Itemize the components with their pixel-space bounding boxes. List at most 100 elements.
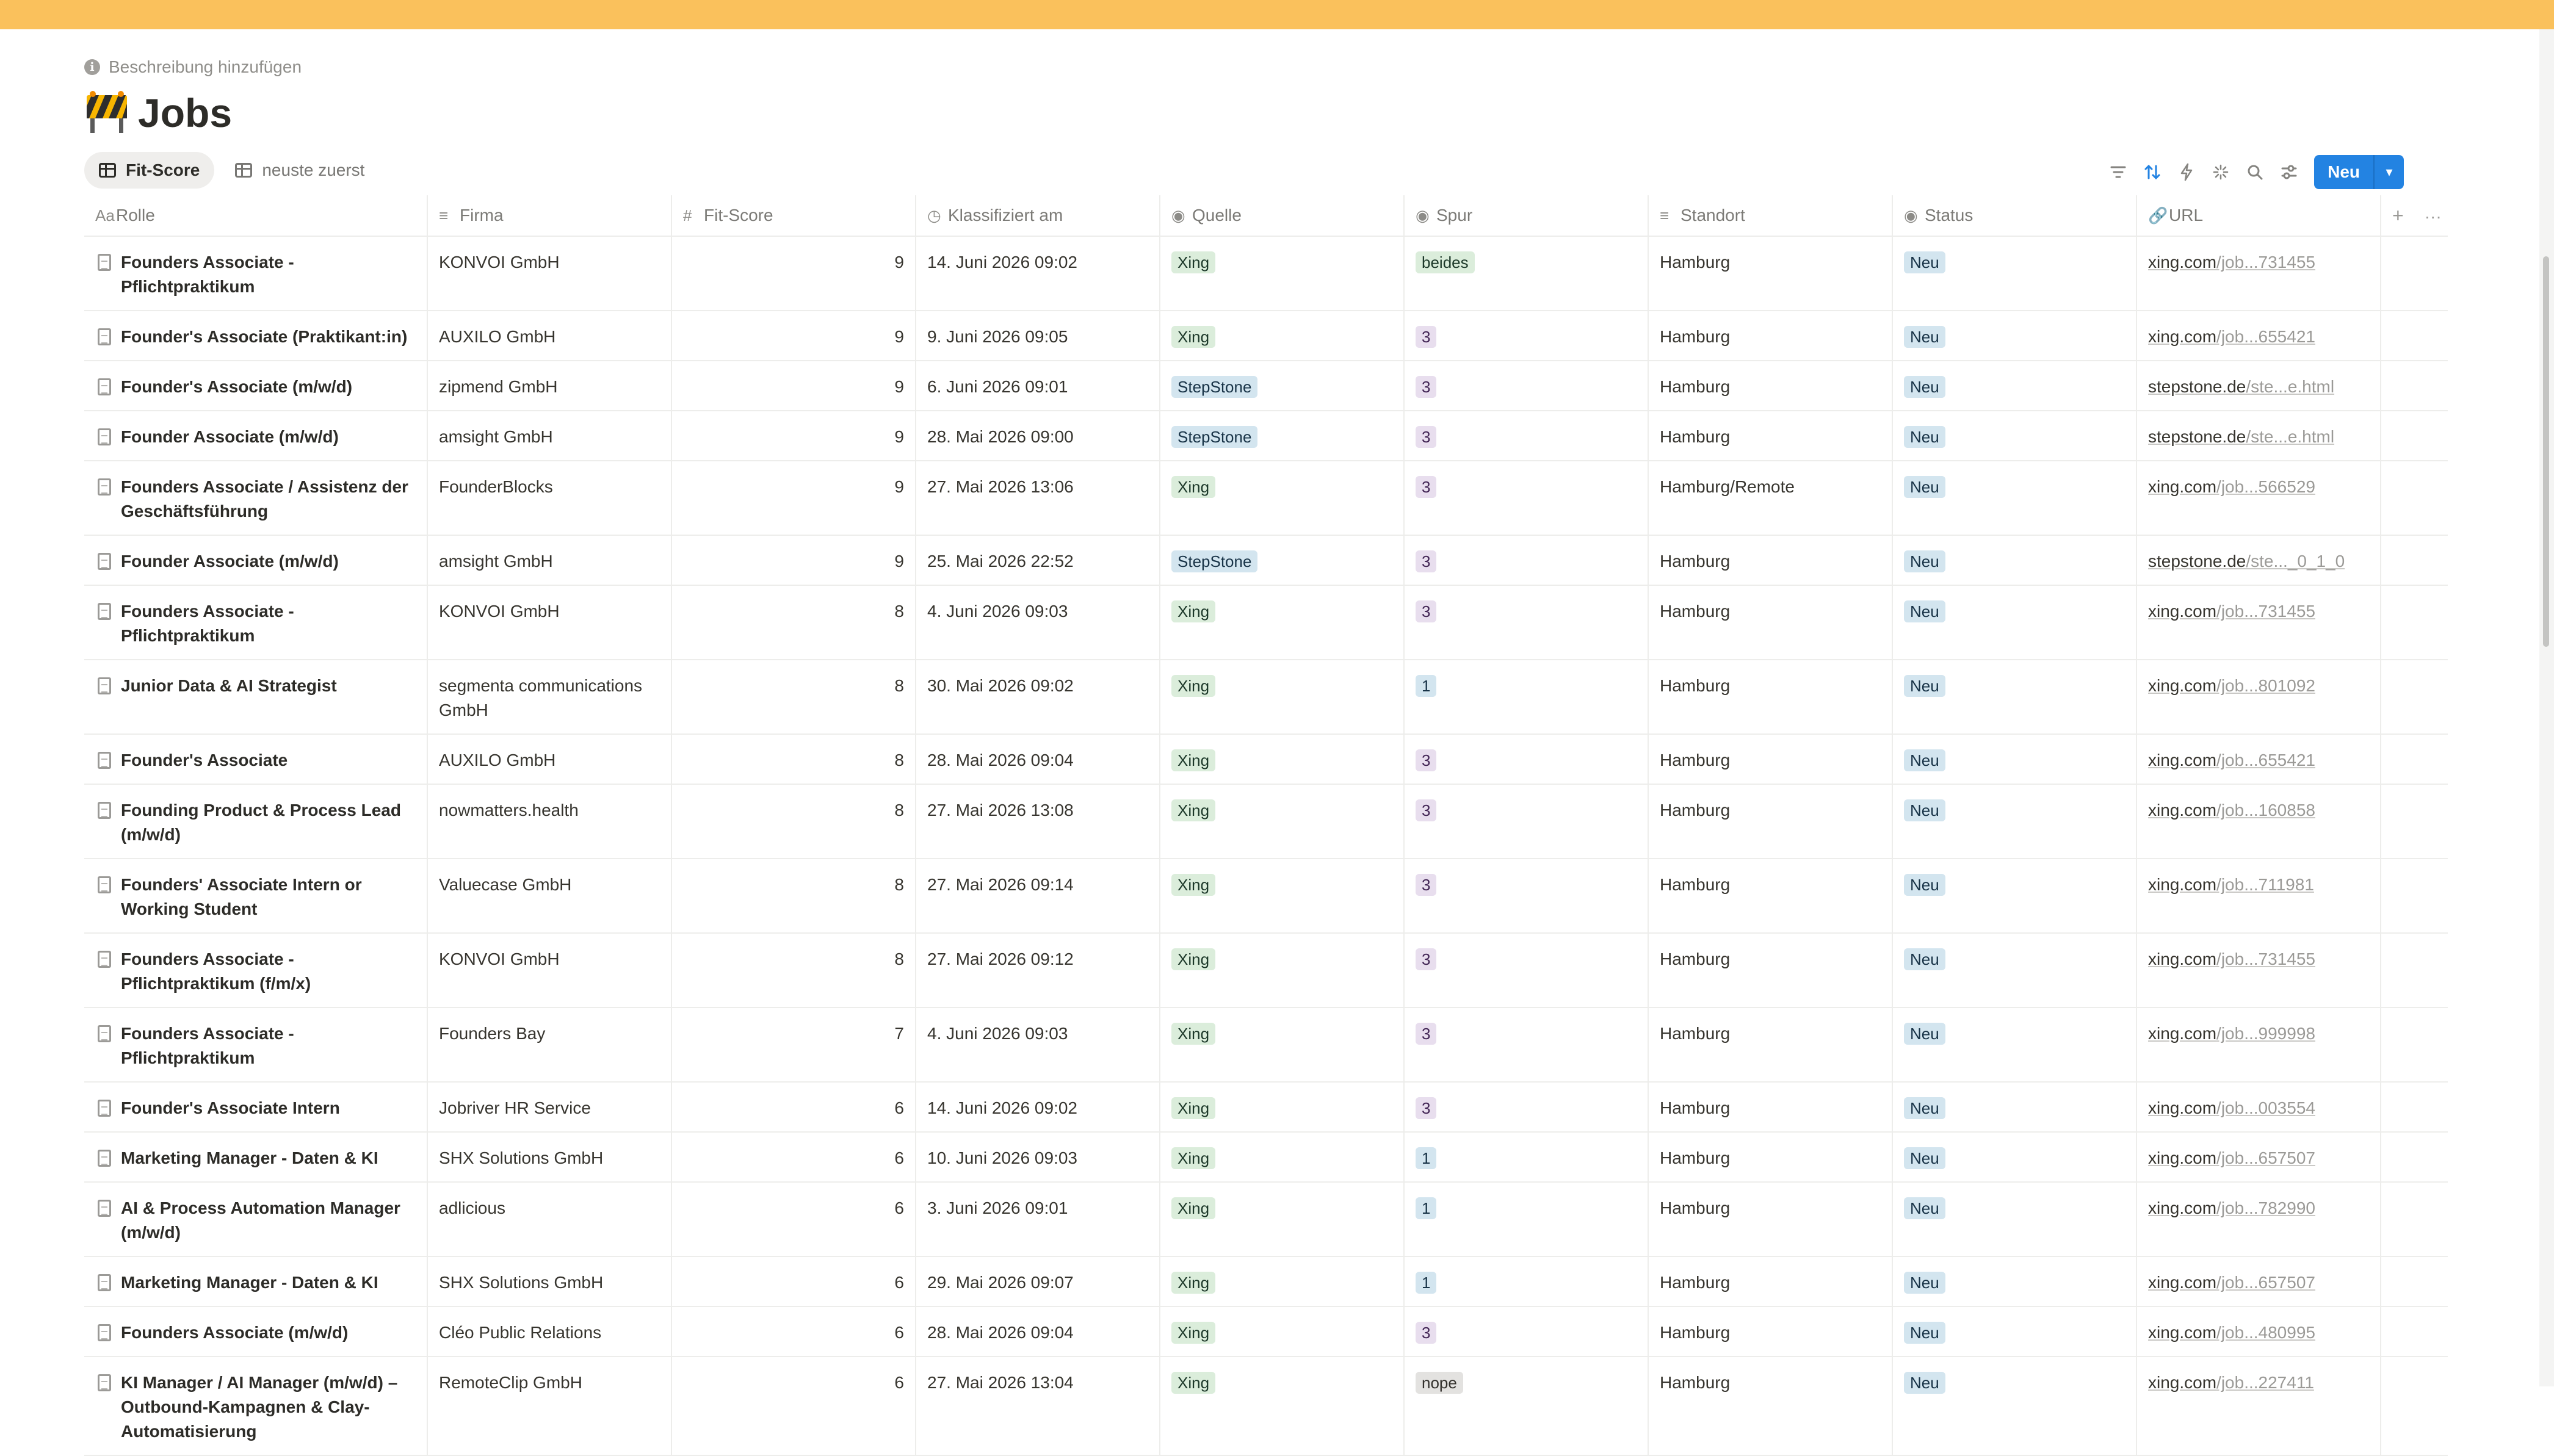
url-path-link[interactable]: /job...801092 <box>2216 676 2315 695</box>
cell-url[interactable]: xing.com/job...160858 <box>2136 784 2381 859</box>
cell-rolle[interactable]: Founders Associate / Assistenz der Gesch… <box>84 461 428 536</box>
cell-rolle[interactable]: Founder's Associate (Praktikant:in) <box>84 311 428 361</box>
cell-fit-score[interactable]: 9 <box>671 411 916 461</box>
table-row[interactable]: AI & Process Automation Manager (m/w/d) a… <box>84 1182 2448 1257</box>
cell-status[interactable]: Neu <box>1892 1256 2137 1307</box>
cell-quelle[interactable]: Xing <box>1160 933 1405 1008</box>
cell-spur[interactable]: 3 <box>1404 1082 1649 1133</box>
cell-fit-score[interactable]: 8 <box>671 933 916 1008</box>
cell-quelle[interactable]: Xing <box>1160 1132 1405 1183</box>
cell-rolle[interactable]: KI Manager / AI Manager (m/w/d) – Outbou… <box>84 1357 428 1456</box>
cell-fit-score[interactable]: 6 <box>671 1306 916 1357</box>
cell-spur[interactable]: 3 <box>1404 784 1649 859</box>
table-row[interactable]: KI Manager / AI Manager (m/w/d) – Outbou… <box>84 1357 2448 1456</box>
cell-url[interactable]: stepstone.de/ste..._0_1_0 <box>2136 535 2381 586</box>
cell-klassifiziert-am[interactable]: 4. Juni 2026 09:03 <box>916 1007 1160 1083</box>
job-title[interactable]: Founder's Associate Intern <box>121 1096 340 1120</box>
url-host-link[interactable]: xing.com <box>2148 1098 2216 1117</box>
tab-neuste-zuerst[interactable]: neuste zuerst <box>220 152 379 189</box>
construction-barrier-icon[interactable] <box>84 90 129 135</box>
url-host-link[interactable]: xing.com <box>2148 801 2216 820</box>
column-header-quelle[interactable]: ◉ Quelle <box>1160 195 1405 237</box>
cell-standort[interactable]: Hamburg <box>1648 1082 1893 1133</box>
cell-firma[interactable]: Cléo Public Relations <box>427 1306 672 1357</box>
cell-fit-score[interactable]: 9 <box>671 236 916 311</box>
job-title[interactable]: Marketing Manager - Daten & KI <box>121 1270 378 1295</box>
job-title[interactable]: Founder's Associate (Praktikant:in) <box>121 325 407 349</box>
cell-rolle[interactable]: Founders Associate - Pflichtpraktikum (f… <box>84 933 428 1008</box>
cell-firma[interactable]: zipmend GmbH <box>427 361 672 411</box>
cell-standort[interactable]: Hamburg <box>1648 311 1893 361</box>
cell-status[interactable]: Neu <box>1892 236 2137 311</box>
cell-firma[interactable]: SHX Solutions GmbH <box>427 1132 672 1183</box>
cell-quelle[interactable]: Xing <box>1160 236 1405 311</box>
column-header-spur[interactable]: ◉ Spur <box>1404 195 1649 237</box>
table-row[interactable]: Founding Product & Process Lead (m/w/d) n… <box>84 784 2448 859</box>
cell-spur[interactable]: 3 <box>1404 461 1649 536</box>
table-row[interactable]: Founders Associate - Pflichtpraktikum Fou… <box>84 1007 2448 1083</box>
cell-klassifiziert-am[interactable]: 27. Mai 2026 09:14 <box>916 859 1160 934</box>
cell-firma[interactable]: FounderBlocks <box>427 461 672 536</box>
column-header-url[interactable]: 🔗URL <box>2136 195 2381 237</box>
cell-standort[interactable]: Hamburg <box>1648 1182 1893 1257</box>
cell-rolle[interactable]: Marketing Manager - Daten & KI <box>84 1132 428 1183</box>
cell-url[interactable]: xing.com/job...782990 <box>2136 1182 2381 1257</box>
cell-rolle[interactable]: Founder's Associate <box>84 734 428 785</box>
job-title[interactable]: Founder Associate (m/w/d) <box>121 425 339 449</box>
cell-status[interactable]: Neu <box>1892 859 2137 934</box>
url-path-link[interactable]: /job...711981 <box>2216 875 2314 894</box>
cell-firma[interactable]: Founders Bay <box>427 1007 672 1083</box>
cell-status[interactable]: Neu <box>1892 933 2137 1008</box>
job-title[interactable]: Founder's Associate <box>121 748 288 773</box>
table-row[interactable]: Junior Data & AI Strategist segmenta comm… <box>84 660 2448 735</box>
url-path-link[interactable]: /job...480995 <box>2216 1323 2315 1342</box>
cell-rolle[interactable]: Marketing Manager - Daten & KI <box>84 1256 428 1307</box>
cell-rolle[interactable]: Founders Associate (m/w/d) <box>84 1306 428 1357</box>
layout-icon[interactable] <box>2207 157 2235 187</box>
cell-status[interactable]: Neu <box>1892 734 2137 785</box>
cell-quelle[interactable]: Xing <box>1160 660 1405 735</box>
url-path-link[interactable]: /job...731455 <box>2216 253 2315 272</box>
cell-status[interactable]: Neu <box>1892 1007 2137 1083</box>
url-path-link[interactable]: /job...566529 <box>2216 477 2315 496</box>
cell-url[interactable]: xing.com/job...657507 <box>2136 1256 2381 1307</box>
cell-klassifiziert-am[interactable]: 14. Juni 2026 09:02 <box>916 236 1160 311</box>
cell-quelle[interactable]: Xing <box>1160 1082 1405 1133</box>
cell-standort[interactable]: Hamburg <box>1648 1306 1893 1357</box>
url-host-link[interactable]: xing.com <box>2148 875 2216 894</box>
url-path-link[interactable]: /job...227411 <box>2216 1373 2314 1392</box>
job-title[interactable]: Founders Associate - Pflichtpraktikum (f… <box>121 947 416 996</box>
cell-klassifiziert-am[interactable]: 4. Juni 2026 09:03 <box>916 585 1160 660</box>
cell-klassifiziert-am[interactable]: 10. Juni 2026 09:03 <box>916 1132 1160 1183</box>
cell-fit-score[interactable]: 9 <box>671 461 916 536</box>
cell-url[interactable]: xing.com/job...480995 <box>2136 1306 2381 1357</box>
table-row[interactable]: Founder's Associate AUXILO GmbH 8 28. Mai 2… <box>84 734 2448 785</box>
cell-status[interactable]: Neu <box>1892 660 2137 735</box>
cell-klassifiziert-am[interactable]: 27. Mai 2026 13:04 <box>916 1357 1160 1456</box>
add-description-link[interactable]: i Beschreibung hinzufügen <box>84 56 302 78</box>
cell-spur[interactable]: 1 <box>1404 1256 1649 1307</box>
cell-standort[interactable]: Hamburg <box>1648 585 1893 660</box>
cell-url[interactable]: xing.com/job...731455 <box>2136 236 2381 311</box>
cell-fit-score[interactable]: 6 <box>671 1082 916 1133</box>
cell-url[interactable]: stepstone.de/ste...e.html <box>2136 411 2381 461</box>
job-title[interactable]: Founding Product & Process Lead (m/w/d) <box>121 798 416 847</box>
table-row[interactable]: Marketing Manager - Daten & KI SHX Soluti… <box>84 1256 2448 1307</box>
cell-status[interactable]: Neu <box>1892 361 2137 411</box>
cell-url[interactable]: xing.com/job...227411 <box>2136 1357 2381 1456</box>
cell-quelle[interactable]: Xing <box>1160 859 1405 934</box>
job-title[interactable]: Founders' Associate Intern or Working St… <box>121 873 416 921</box>
cell-fit-score[interactable]: 8 <box>671 784 916 859</box>
cell-spur[interactable]: 1 <box>1404 660 1649 735</box>
cell-rolle[interactable]: Founders Associate - Pflichtpraktikum <box>84 585 428 660</box>
url-host-link[interactable]: xing.com <box>2148 1273 2216 1292</box>
url-host-link[interactable]: xing.com <box>2148 602 2216 621</box>
cell-klassifiziert-am[interactable]: 30. Mai 2026 09:02 <box>916 660 1160 735</box>
table-row[interactable]: Founders Associate / Assistenz der Gesch… <box>84 461 2448 536</box>
cell-standort[interactable]: Hamburg <box>1648 1357 1893 1456</box>
column-header-status[interactable]: ◉ Status <box>1892 195 2137 237</box>
cell-spur[interactable]: 3 <box>1404 1007 1649 1083</box>
table-row[interactable]: Founder Associate (m/w/d) amsight GmbH 9 25… <box>84 535 2448 586</box>
url-path-link[interactable]: /job...160858 <box>2216 801 2315 820</box>
url-host-link[interactable]: xing.com <box>2148 1323 2216 1342</box>
